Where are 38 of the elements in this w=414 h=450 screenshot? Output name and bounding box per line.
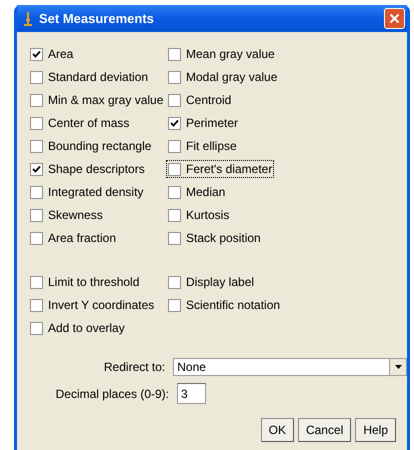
- checkbox[interactable]: Kurtosis: [166, 206, 232, 224]
- checkbox[interactable]: Scientific notation: [166, 296, 282, 314]
- checkbox[interactable]: Center of mass: [28, 114, 132, 132]
- checkbox[interactable]: Mean gray value: [166, 45, 277, 63]
- dialog-button[interactable]: Help: [355, 418, 396, 442]
- checkbox[interactable]: Bounding rectangle: [28, 137, 154, 155]
- close-button[interactable]: [384, 8, 405, 29]
- decimal-places-field[interactable]: 3: [177, 383, 206, 404]
- checkbox[interactable]: Fit ellipse: [166, 137, 239, 155]
- checkbox[interactable]: Stack position: [166, 229, 263, 247]
- caret-icon: [394, 365, 402, 369]
- decimal-places-label: Decimal places (0-9):: [54, 386, 169, 400]
- microscope-icon: [22, 10, 34, 26]
- checkbox[interactable]: Perimeter: [166, 114, 240, 132]
- checkbox[interactable]: Integrated density: [28, 183, 146, 201]
- checkbox[interactable]: Median: [166, 183, 228, 201]
- checkmark-icon: [32, 50, 41, 58]
- checkbox[interactable]: Feret's diameter: [166, 160, 274, 178]
- checkmark-icon: [170, 118, 179, 128]
- close-icon: [389, 13, 400, 24]
- dialog-button[interactable]: OK: [260, 418, 294, 442]
- checkbox[interactable]: Modal gray value: [166, 68, 280, 86]
- checkbox[interactable]: Limit to threshold: [28, 273, 142, 291]
- dialog-button[interactable]: Cancel: [298, 418, 352, 442]
- checkmark-icon: [32, 164, 41, 174]
- checkbox[interactable]: Add to overlay: [28, 319, 127, 337]
- checkbox[interactable]: Min & max gray value: [28, 91, 166, 109]
- checkbox[interactable]: Area fraction: [28, 229, 118, 247]
- checkbox[interactable]: Invert Y coordinates: [28, 296, 156, 314]
- checkbox[interactable]: Area: [28, 45, 76, 63]
- redirect-label: Redirect to:: [102, 360, 166, 374]
- checkbox[interactable]: Skewness: [28, 206, 105, 224]
- checkbox[interactable]: Standard deviation: [28, 68, 150, 86]
- checkbox[interactable]: Centroid: [166, 91, 234, 109]
- checkbox[interactable]: Shape descriptors: [28, 160, 147, 178]
- redirect-dropdown[interactable]: None: [173, 358, 407, 376]
- window-title: Set Measurements: [39, 11, 155, 26]
- checkbox[interactable]: Display label: [166, 273, 256, 291]
